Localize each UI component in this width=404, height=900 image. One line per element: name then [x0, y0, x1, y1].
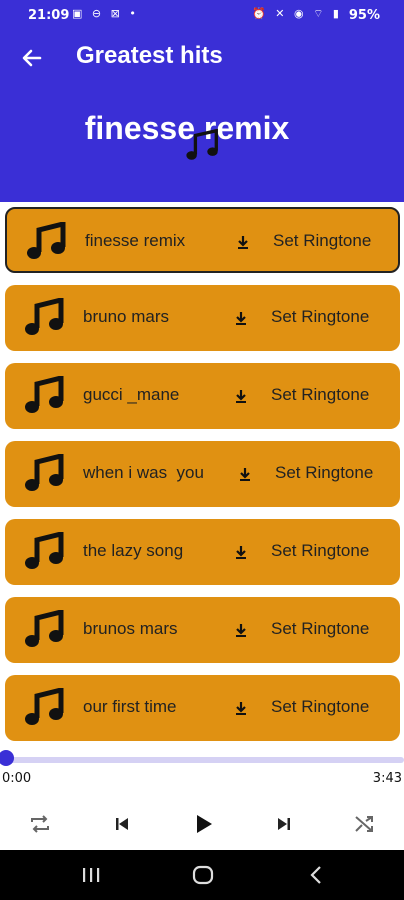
shuffle-icon — [355, 816, 373, 832]
system-icons: ⏰ ✕ ◉ ⌔ ▮ — [252, 7, 342, 20]
chevron-left-icon — [310, 866, 321, 884]
arrow-left-icon — [22, 49, 42, 67]
song-item[interactable]: brunos mars Set Ringtone — [5, 597, 400, 663]
playback-controls — [0, 800, 404, 848]
song-title: the lazy song — [83, 541, 184, 560]
song-title: when i was you — [83, 463, 204, 482]
set-ringtone-button[interactable]: Set Ringtone — [271, 385, 369, 405]
shuffle-button[interactable] — [348, 808, 380, 840]
download-icon[interactable] — [233, 700, 249, 716]
song-item[interactable]: when i was you Set Ringtone — [5, 441, 400, 507]
set-ringtone-button[interactable]: Set Ringtone — [275, 463, 373, 483]
recent-apps-button[interactable] — [78, 862, 104, 888]
music-note-icon — [25, 376, 64, 413]
song-item[interactable]: our first time Set Ringtone — [5, 675, 400, 741]
download-icon[interactable] — [237, 466, 253, 482]
music-note-icon — [25, 454, 64, 491]
set-ringtone-button[interactable]: Set Ringtone — [273, 231, 371, 251]
download-icon[interactable] — [233, 622, 249, 638]
set-ringtone-button[interactable]: Set Ringtone — [271, 619, 369, 639]
song-title: gucci _mane — [83, 385, 180, 404]
back-nav-button[interactable] — [304, 862, 330, 888]
header: Greatest hits finesse remix — [0, 30, 404, 202]
set-ringtone-button[interactable]: Set Ringtone — [271, 307, 369, 327]
music-note-icon — [25, 532, 64, 569]
download-icon[interactable] — [233, 388, 249, 404]
system-nav-bar — [0, 850, 404, 900]
recent-apps-icon — [83, 868, 100, 882]
current-time: 0:00 — [2, 771, 32, 786]
play-button[interactable] — [188, 808, 220, 840]
seek-bar[interactable] — [6, 757, 404, 763]
set-ringtone-button[interactable]: Set Ringtone — [271, 697, 369, 717]
song-item[interactable]: bruno mars Set Ringtone — [5, 285, 400, 351]
page-title: Greatest hits — [76, 42, 223, 69]
status-time: 21:09 — [28, 8, 70, 23]
status-bar: 21:09 ▣ ⊖ ⊠ • ⏰ ✕ ◉ ⌔ ▮ 95% — [0, 0, 404, 30]
notification-icons: ▣ ⊖ ⊠ • — [72, 7, 139, 20]
back-button[interactable] — [16, 42, 48, 74]
song-title: finesse remix — [85, 231, 186, 250]
seek-handle[interactable] — [0, 750, 14, 766]
song-title: our first time — [83, 697, 177, 716]
song-title: bruno mars — [83, 307, 169, 326]
set-ringtone-button[interactable]: Set Ringtone — [271, 541, 369, 561]
next-button[interactable] — [268, 808, 300, 840]
repeat-icon — [31, 815, 49, 833]
home-button[interactable] — [190, 862, 216, 888]
total-time: 3:43 — [372, 771, 402, 786]
music-note-icon — [186, 128, 218, 160]
song-item[interactable]: the lazy song Set Ringtone — [5, 519, 400, 585]
skip-next-icon — [278, 818, 290, 830]
song-title: brunos mars — [83, 619, 178, 638]
repeat-button[interactable] — [24, 808, 56, 840]
download-icon[interactable] — [233, 310, 249, 326]
download-icon[interactable] — [233, 544, 249, 560]
music-note-icon — [25, 610, 64, 647]
song-item[interactable]: gucci _mane Set Ringtone — [5, 363, 400, 429]
download-icon[interactable] — [235, 234, 251, 250]
home-icon — [192, 865, 214, 885]
skip-previous-icon — [116, 818, 128, 830]
battery-level: 95% — [348, 8, 380, 23]
music-note-icon — [25, 298, 64, 335]
music-note-icon — [27, 222, 66, 259]
play-icon — [197, 815, 212, 833]
song-item[interactable]: finesse remix Set Ringtone — [5, 207, 400, 273]
music-note-icon — [25, 688, 64, 725]
previous-button[interactable] — [106, 808, 138, 840]
